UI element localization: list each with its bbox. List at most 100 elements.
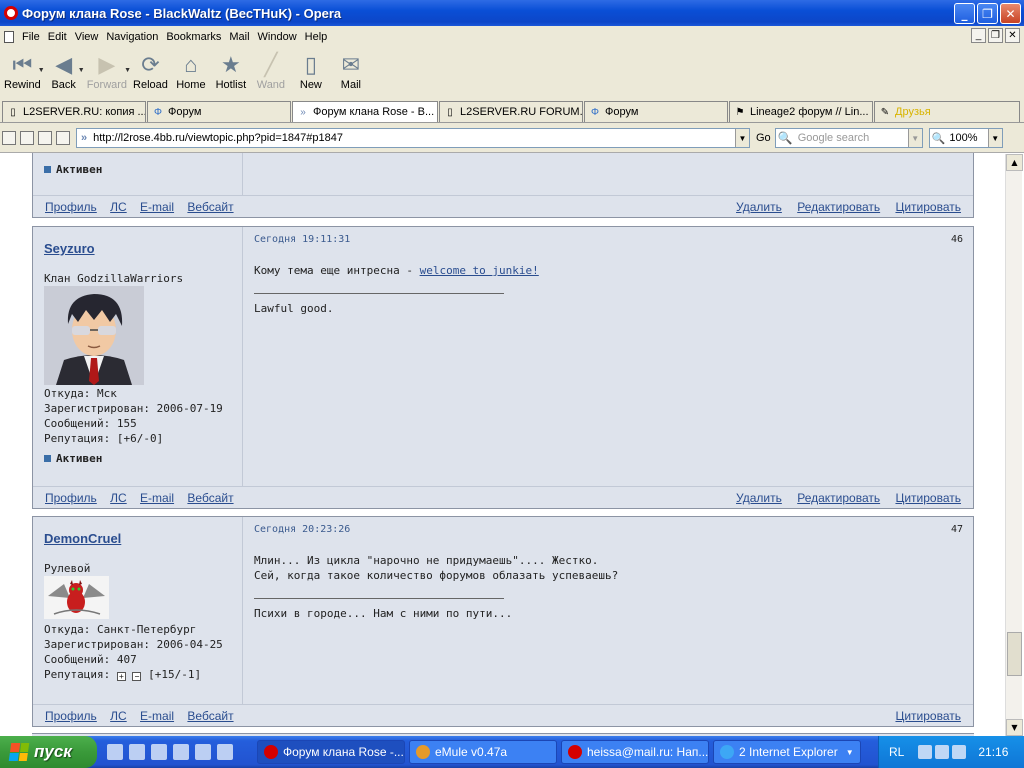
quicklaunch-desktop-icon[interactable]	[107, 744, 123, 760]
tab-friends[interactable]: ✎ Друзья	[874, 101, 1020, 122]
mdi-minimize-button[interactable]: _	[971, 28, 986, 43]
menu-help[interactable]: Help	[305, 31, 328, 43]
junkie-link[interactable]: welcome to junkie!	[420, 264, 539, 277]
reload-button[interactable]: ⟳ Reload	[133, 51, 168, 91]
pm-link[interactable]: ЛС	[110, 491, 127, 505]
tab-rose-forum[interactable]: » Форум клана Rose - B...	[292, 101, 438, 122]
zoom-dropdown-icon[interactable]: ▼	[987, 129, 1002, 147]
pm-link[interactable]: ЛС	[110, 200, 127, 214]
website-link[interactable]: Вебсайт	[187, 491, 233, 505]
vertical-scrollbar[interactable]: ▲ ▼	[1005, 154, 1023, 736]
email-link[interactable]: E-mail	[140, 491, 174, 505]
back-dropdown-icon[interactable]: ▼	[78, 67, 85, 74]
task-mail[interactable]: heissa@mail.ru: Нап...	[561, 740, 709, 764]
menu-bookmarks[interactable]: Bookmarks	[166, 31, 221, 43]
profile-link[interactable]: Профиль	[45, 200, 97, 214]
page-info-icon[interactable]	[2, 131, 16, 145]
task-group-dropdown-icon[interactable]: ▼	[846, 748, 854, 757]
scroll-down-icon[interactable]: ▼	[1006, 719, 1023, 736]
menu-mail[interactable]: Mail	[229, 31, 249, 43]
task-emule[interactable]: eMule v0.47a	[409, 740, 557, 764]
forum-icon: Φ	[591, 106, 599, 118]
flag-icon: ⚑	[735, 106, 745, 118]
quicklaunch-app2-icon[interactable]	[195, 744, 211, 760]
tab-forum-1[interactable]: Φ Форум	[147, 101, 291, 122]
quicklaunch-app3-icon[interactable]	[217, 744, 233, 760]
reputation-minus-button[interactable]: −	[132, 672, 142, 681]
delete-link[interactable]: Удалить	[736, 491, 782, 505]
quote-link[interactable]: Цитировать	[895, 709, 961, 723]
rewind-dropdown-icon[interactable]: ▼	[38, 67, 45, 74]
tab-lineage2-forum[interactable]: ⚑ Lineage2 форум // Lin...	[729, 101, 873, 122]
quicklaunch-app-icon[interactable]	[129, 744, 145, 760]
cookie-icon[interactable]	[20, 131, 34, 145]
edit-link[interactable]: Редактировать	[797, 200, 880, 214]
chevrons-icon: »	[300, 106, 306, 118]
post-number[interactable]: 47	[951, 524, 963, 535]
delete-link[interactable]: Удалить	[736, 200, 782, 214]
post-47: DemonCruel Рулевой Откуда: Санкт-Петербу…	[32, 516, 974, 727]
menu-edit[interactable]: Edit	[48, 31, 67, 43]
zoom-select[interactable]: 🔍 100% ▼	[928, 128, 1003, 148]
address-field[interactable]: » http://l2rose.4bb.ru/viewtopic.php?pid…	[76, 128, 750, 148]
go-button[interactable]: Go	[756, 132, 771, 144]
profile-link[interactable]: Профиль	[45, 709, 97, 723]
search-dropdown-icon[interactable]: ▼	[907, 129, 922, 147]
close-button[interactable]: ✕	[1000, 3, 1021, 24]
wand-button[interactable]: ╱ Wand	[254, 51, 288, 91]
new-page-icon[interactable]	[56, 131, 70, 145]
email-link[interactable]: E-mail	[140, 200, 174, 214]
mail-button[interactable]: ✉ Mail	[334, 51, 368, 91]
forward-dropdown-icon[interactable]: ▼	[124, 67, 131, 74]
network-icon[interactable]	[918, 745, 933, 759]
email-link[interactable]: E-mail	[140, 709, 174, 723]
pm-link[interactable]: ЛС	[110, 709, 127, 723]
hotlist-button[interactable]: ★ Hotlist	[214, 51, 248, 91]
mdi-close-button[interactable]: ✕	[1005, 28, 1020, 43]
menu-navigation[interactable]: Navigation	[106, 31, 158, 43]
menu-file[interactable]: File	[22, 31, 40, 43]
quote-link[interactable]: Цитировать	[895, 200, 961, 214]
post-body: Млин... Из цикла "нарочно не придумаешь"…	[254, 554, 619, 582]
new-button[interactable]: ▯ New	[294, 51, 328, 91]
menu-window[interactable]: Window	[258, 31, 297, 43]
mdi-restore-button[interactable]: ❐	[988, 28, 1003, 43]
tab-l2server-copy[interactable]: ▯ L2SERVER.RU: копия ...	[2, 101, 146, 122]
quicklaunch-opera-icon[interactable]	[173, 744, 189, 760]
tab-l2server-forum[interactable]: ▯ L2SERVER.RU FORUM...	[439, 101, 583, 122]
address-dropdown-icon[interactable]: ▼	[735, 129, 749, 147]
language-indicator[interactable]: RL	[889, 745, 904, 759]
volume-icon[interactable]	[952, 745, 967, 759]
rewind-button[interactable]: ⏮ Rewind ▼	[4, 51, 45, 91]
print-icon[interactable]	[38, 131, 52, 145]
task-opera-rose[interactable]: Форум клана Rose -...	[257, 740, 405, 764]
menu-view[interactable]: View	[75, 31, 99, 43]
maximize-button[interactable]: ❐	[977, 3, 998, 24]
opera-icon	[264, 745, 278, 759]
post-author[interactable]: DemonCruel	[44, 531, 121, 546]
page-viewport: Активен Профиль ЛС E-mail Вебсайт Удалит…	[0, 152, 1024, 736]
task-internet-explorer[interactable]: 2 Internet Explorer ▼	[713, 740, 861, 764]
website-link[interactable]: Вебсайт	[187, 709, 233, 723]
reputation-plus-button[interactable]: +	[116, 672, 126, 681]
edit-link[interactable]: Редактировать	[797, 491, 880, 505]
google-search-input[interactable]: 🔍 Google search ▼	[774, 128, 923, 148]
quote-link[interactable]: Цитировать	[895, 491, 961, 505]
tab-forum-2[interactable]: Φ Форум	[584, 101, 728, 122]
post-author[interactable]: Seyzuro	[44, 241, 95, 256]
home-button[interactable]: ⌂ Home	[174, 51, 208, 91]
start-button[interactable]: пуск	[0, 736, 97, 768]
post-number[interactable]: 46	[951, 234, 963, 245]
website-link[interactable]: Вебсайт	[187, 200, 233, 214]
forward-button[interactable]: ▶ Forward ▼	[87, 51, 131, 91]
quicklaunch-notes-icon[interactable]	[151, 744, 167, 760]
tray-star-icon[interactable]	[935, 745, 950, 759]
back-button[interactable]: ◀ Back ▼	[47, 51, 84, 91]
minimize-button[interactable]: _	[954, 3, 975, 24]
profile-link[interactable]: Профиль	[45, 491, 97, 505]
user-status: Активен	[44, 163, 102, 176]
user-details: Откуда: Мск Зарегистрирован: 2006-07-19 …	[44, 386, 223, 446]
post-46: Seyzuro Клан GodzillaWarriors Откуда: Мс…	[32, 226, 974, 509]
scroll-thumb[interactable]	[1007, 632, 1022, 676]
scroll-up-icon[interactable]: ▲	[1006, 154, 1023, 171]
